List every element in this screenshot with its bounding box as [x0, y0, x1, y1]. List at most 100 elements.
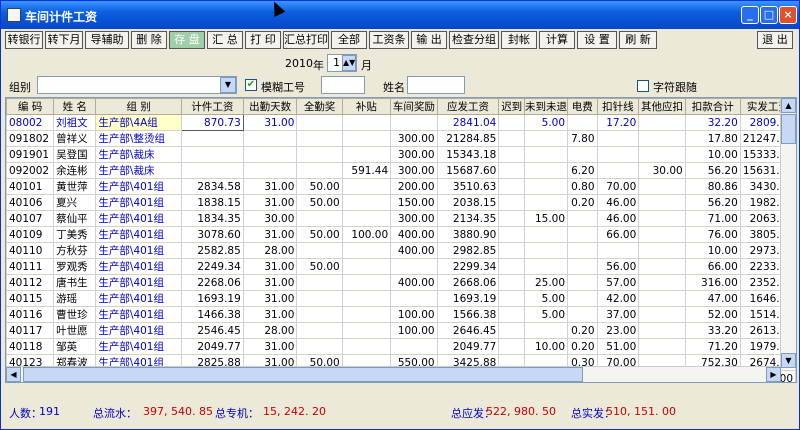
table-cell[interactable]: 47.00 — [684, 290, 741, 307]
print-button[interactable]: 打 印 — [245, 31, 281, 49]
table-cell[interactable]: 21284.85 — [436, 130, 500, 147]
table-cell[interactable] — [498, 274, 526, 291]
table-cell[interactable]: 300.00 — [390, 210, 438, 227]
table-cell[interactable]: 50.00 — [296, 258, 343, 275]
table-cell[interactable]: 5.00 — [524, 114, 569, 131]
table-cell[interactable] — [498, 338, 526, 355]
table-cell[interactable]: 40112 — [6, 274, 55, 291]
table-cell[interactable]: 2249.34 — [181, 258, 244, 275]
transfer-bank-button[interactable]: 转银行 — [5, 31, 43, 49]
table-cell[interactable]: 7.80 — [567, 130, 598, 147]
table-cell[interactable]: 1834.35 — [181, 210, 244, 227]
scroll-right-icon[interactable]: ▶ — [766, 367, 781, 382]
table-cell[interactable]: 40118 — [6, 338, 55, 355]
table-cell[interactable] — [498, 178, 526, 195]
table-cell[interactable]: 6.20 — [567, 162, 598, 179]
horizontal-scrollbar[interactable]: ◀ ▶ — [6, 366, 781, 382]
column-header[interactable]: 组 别 — [95, 98, 182, 115]
table-cell[interactable]: 叶世愿 — [53, 322, 97, 339]
table-cell[interactable] — [296, 242, 343, 259]
table-cell[interactable]: 10.00 — [684, 242, 741, 259]
table-cell[interactable]: 生产部\裁床 — [95, 162, 182, 179]
table-cell[interactable] — [341, 210, 392, 227]
check-group-button[interactable]: 检查分组 — [449, 31, 499, 49]
column-header[interactable]: 未到未退 — [524, 98, 569, 115]
table-cell[interactable]: 生产部\401组 — [95, 306, 182, 323]
column-header[interactable]: 编 码 — [6, 98, 55, 115]
table-cell[interactable]: 0.20 — [567, 322, 598, 339]
table-cell[interactable]: 31.00 — [242, 226, 298, 243]
code-input[interactable] — [321, 76, 365, 94]
table-cell[interactable]: 生产部\401组 — [95, 194, 182, 211]
table-cell[interactable]: 66.00 — [684, 258, 741, 275]
table-row[interactable]: 091802 曾祥义 生产部\整烫组 300.00 21284.85 7.80 17.80 2… — [6, 130, 796, 147]
scroll-up-icon[interactable]: ▲ — [781, 98, 796, 113]
table-cell[interactable]: 2646.45 — [436, 322, 500, 339]
table-cell[interactable] — [524, 322, 569, 339]
table-cell[interactable]: 31.00 — [242, 290, 298, 307]
table-cell[interactable] — [498, 226, 526, 243]
column-header[interactable]: 补贴 — [341, 98, 392, 115]
table-cell[interactable]: 丁美秀 — [53, 226, 97, 243]
table-cell[interactable]: 40106 — [6, 194, 55, 211]
payslip-button[interactable]: 工资条 — [369, 31, 409, 49]
table-cell[interactable] — [296, 130, 343, 147]
table-cell[interactable] — [498, 114, 526, 131]
table-cell[interactable]: 56.00 — [596, 258, 640, 275]
table-cell[interactable]: 56.20 — [684, 194, 741, 211]
table-cell[interactable]: 黄世萍 — [53, 178, 97, 195]
table-cell[interactable] — [296, 114, 343, 131]
table-cell[interactable]: 生产部\401组 — [95, 338, 182, 355]
table-cell[interactable]: 30.00 — [242, 210, 298, 227]
table-cell[interactable]: 50.00 — [296, 178, 343, 195]
table-cell[interactable]: 40115 — [6, 290, 55, 307]
table-cell[interactable]: 蔡仙平 — [53, 210, 97, 227]
table-cell[interactable] — [296, 162, 343, 179]
table-cell[interactable]: 吴登国 — [53, 146, 97, 163]
table-cell[interactable]: 31.00 — [242, 194, 298, 211]
table-cell[interactable]: 曹世珍 — [53, 306, 97, 323]
table-cell[interactable]: 2582.85 — [181, 242, 244, 259]
table-cell[interactable]: 10.00 — [684, 146, 741, 163]
table-cell[interactable]: 2546.45 — [181, 322, 244, 339]
table-cell[interactable]: 0.20 — [567, 194, 598, 211]
table-cell[interactable]: 生产部\401组 — [95, 274, 182, 291]
table-cell[interactable]: 0.20 — [567, 338, 598, 355]
table-cell[interactable] — [296, 210, 343, 227]
table-cell[interactable]: 40110 — [6, 242, 55, 259]
table-cell[interactable] — [567, 274, 598, 291]
table-cell[interactable]: 40101 — [6, 178, 55, 195]
column-header[interactable]: 迟到 — [498, 98, 526, 115]
table-cell[interactable]: 生产部\401组 — [95, 290, 182, 307]
table-cell[interactable]: 生产部\401组 — [95, 322, 182, 339]
table-cell[interactable] — [567, 290, 598, 307]
table-cell[interactable] — [596, 146, 640, 163]
table-cell[interactable]: 生产部\401组 — [95, 242, 182, 259]
table-cell[interactable]: 曾祥义 — [53, 130, 97, 147]
table-cell[interactable]: 2049.77 — [181, 338, 244, 355]
table-cell[interactable] — [181, 146, 244, 163]
char-follow-checkbox[interactable] — [637, 80, 649, 92]
table-cell[interactable]: 2049.77 — [436, 338, 500, 355]
table-cell[interactable]: 生产部\401组 — [95, 258, 182, 275]
table-cell[interactable]: 200.00 — [390, 178, 438, 195]
table-cell[interactable] — [498, 210, 526, 227]
table-cell[interactable]: 57.00 — [596, 274, 640, 291]
export-button[interactable]: 输 出 — [411, 31, 447, 49]
table-cell[interactable]: 2841.04 — [436, 114, 500, 131]
table-cell[interactable] — [390, 114, 438, 131]
table-cell[interactable] — [638, 130, 686, 147]
table-cell[interactable] — [638, 226, 686, 243]
refresh-button[interactable]: 刷 新 — [619, 31, 657, 49]
column-header[interactable]: 计件工资 — [181, 98, 244, 115]
table-row[interactable]: 40106 夏兴 生产部\401组 1838.15 31.00 50.00 150.00 20… — [6, 194, 796, 211]
table-cell[interactable]: 15687.60 — [436, 162, 500, 179]
table-cell[interactable]: 0.80 — [567, 178, 598, 195]
table-cell[interactable]: 17.80 — [684, 130, 741, 147]
table-cell[interactable]: 17.20 — [596, 114, 640, 131]
table-cell[interactable]: 870.73 — [181, 114, 244, 131]
table-cell[interactable] — [596, 242, 640, 259]
table-cell[interactable]: 42.00 — [596, 290, 640, 307]
table-cell[interactable]: 37.00 — [596, 306, 640, 323]
table-cell[interactable]: 余连彬 — [53, 162, 97, 179]
